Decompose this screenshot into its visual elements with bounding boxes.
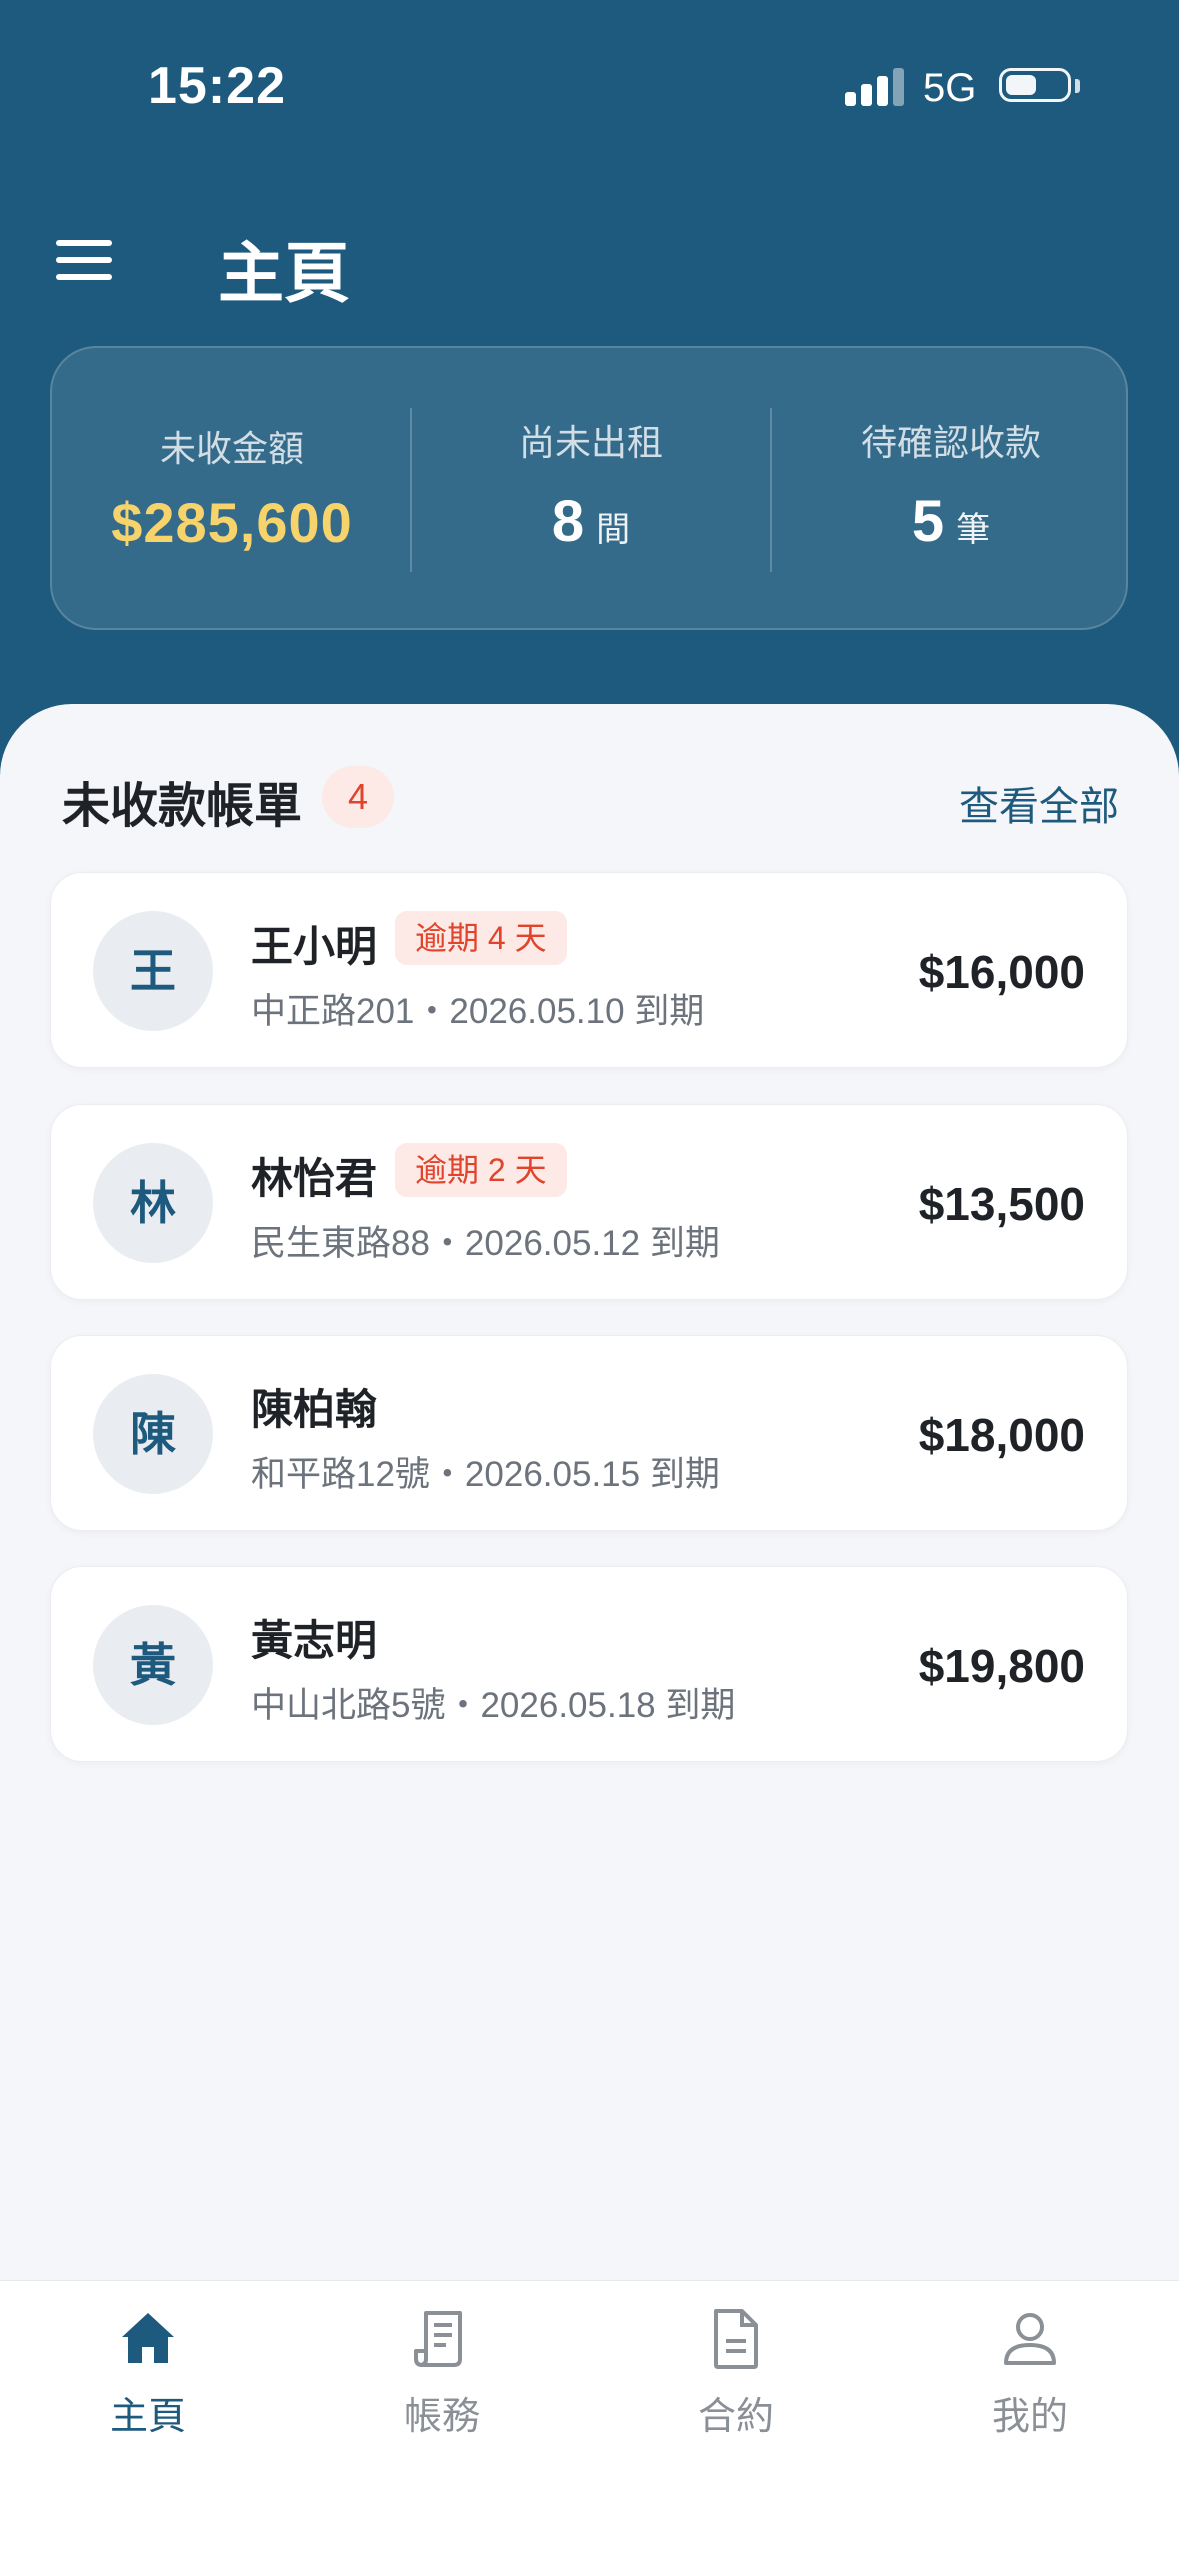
- stat-value: 5筆: [771, 488, 1131, 555]
- bill-amount: $13,500: [918, 1178, 1085, 1230]
- status-time: 15:22: [148, 57, 286, 115]
- network-label: 5G: [923, 66, 977, 110]
- bill-detail: 中山北路5號・2026.05.18 到期: [251, 1686, 736, 1725]
- bill-card[interactable]: 黃 黃志明 中山北路5號・2026.05.18 到期 $19,800: [50, 1566, 1128, 1762]
- bill-detail: 和平路12號・2026.05.15 到期: [251, 1455, 720, 1494]
- document-icon: [714, 2309, 758, 2369]
- stat-vacant[interactable]: 尚未出租 8間: [411, 348, 771, 632]
- tab-label: 我的: [991, 2396, 1068, 2438]
- battery-tip: [1075, 79, 1080, 93]
- overdue-badge: 逾期 4 天: [395, 911, 567, 965]
- stat-label: 尚未出租: [518, 422, 663, 463]
- tab-label: 主頁: [109, 2396, 186, 2438]
- tab-label: 合約: [697, 2396, 774, 2438]
- tenant-name: 王小明: [251, 923, 378, 970]
- count-badge: 4: [322, 766, 394, 828]
- bill-detail: 中正路201・2026.05.10 到期: [251, 992, 705, 1031]
- bill-amount: $19,800: [918, 1640, 1085, 1692]
- stat-unpaid-amount[interactable]: 未收金額 $285,600: [52, 348, 412, 632]
- user-icon: [1004, 2313, 1056, 2365]
- tenant-name: 陳柏翰: [251, 1386, 378, 1433]
- stat-number: 5: [911, 489, 945, 554]
- tab-contract[interactable]: 合約: [626, 2307, 846, 2447]
- tab-billing[interactable]: 帳務: [332, 2307, 552, 2447]
- bill-detail: 民生東路88・2026.05.12 到期: [251, 1224, 720, 1263]
- menu-icon[interactable]: [56, 240, 112, 280]
- bill-card[interactable]: 陳 陳柏翰 和平路12號・2026.05.15 到期 $18,000: [50, 1335, 1128, 1531]
- stat-unit: 間: [596, 511, 631, 549]
- tab-profile[interactable]: 我的: [920, 2307, 1140, 2447]
- stat-label: 待確認收款: [860, 422, 1041, 463]
- tab-bar: 主頁 帳務 合約 我的: [0, 2280, 1179, 2557]
- page-title: 主頁: [218, 236, 350, 310]
- avatar: 王: [93, 911, 213, 1031]
- tenant-name: 林怡君: [251, 1155, 378, 1202]
- bill-amount: $16,000: [918, 946, 1085, 998]
- bill-amount: $18,000: [918, 1409, 1085, 1461]
- battery-icon: [999, 68, 1071, 102]
- avatar: 林: [93, 1143, 213, 1263]
- tenant-name: 黃志明: [251, 1617, 378, 1664]
- home-icon: [122, 2313, 174, 2363]
- bill-card[interactable]: 王 王小明 逾期 4 天 中正路201・2026.05.10 到期 $16,00…: [50, 872, 1128, 1068]
- bill-card[interactable]: 林 林怡君 逾期 2 天 民生東路88・2026.05.12 到期 $13,50…: [50, 1104, 1128, 1300]
- stat-number: 8: [551, 489, 585, 554]
- tab-home[interactable]: 主頁: [38, 2307, 258, 2447]
- receipt-icon: [414, 2311, 462, 2367]
- section-title: 未收款帳單: [62, 780, 303, 833]
- tab-label: 帳務: [403, 2396, 480, 2438]
- stat-pending[interactable]: 待確認收款 5筆: [771, 348, 1131, 632]
- stat-value: $285,600: [111, 491, 353, 554]
- summary-card: 未收金額 $285,600 尚未出租 8間 待確認收款 5筆: [50, 346, 1128, 630]
- avatar: 陳: [93, 1374, 213, 1494]
- signal-icon: [845, 64, 905, 110]
- avatar: 黃: [93, 1605, 213, 1725]
- overdue-badge: 逾期 2 天: [395, 1143, 567, 1197]
- stat-unit: 筆: [956, 511, 991, 549]
- view-all-link[interactable]: 查看全部: [959, 774, 1119, 832]
- stat-label: 未收金額: [159, 428, 304, 469]
- stat-value: 8間: [411, 488, 771, 555]
